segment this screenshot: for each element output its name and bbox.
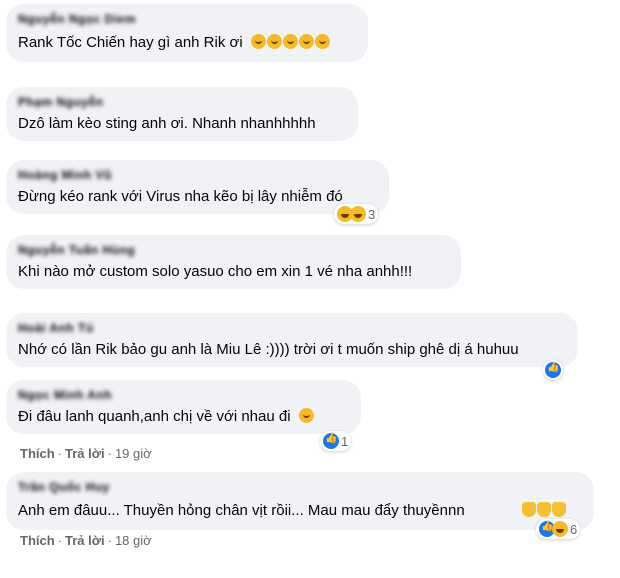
like-link[interactable]: Thích [20,446,55,461]
commenter-name[interactable]: Ngọc Minh Anh [18,388,112,402]
comment-text: Đi đâu lanh quanh,anh chị về với nhau đi [18,408,291,425]
comment-text: Rank Tốc Chiến hay gì anh Rik ơi [18,34,243,51]
comment-bubble: Nguyễn Tuấn Hùng Khi nào mở custom solo … [6,235,461,289]
commenter-name[interactable]: Nguyễn Ngọc Diem [18,12,136,26]
raised-hand-emoji-icon [522,502,536,517]
star-struck-emoji-icon [298,408,314,423]
comment-actions: Thích · Trả lời · 18 giờ [20,533,152,548]
reaction-summary[interactable]: 1 [320,431,352,451]
comment-text: Nhớ có lần Rik bảo gu anh là Miu Lê :)))… [18,341,519,358]
raised-hand-emoji-icon [552,502,566,517]
emoji-group [250,34,330,49]
thinking-emoji-icon [298,34,314,49]
comment-text: Khi nào mở custom solo yasuo cho em xin … [18,263,413,280]
comment-bubble: Trần Quốc Huy Anh em đâuu... Thuyền hỏng… [6,472,594,530]
like-link[interactable]: Thích [20,533,55,548]
rofl-emoji-icon [266,34,282,49]
reply-link[interactable]: Trả lời [65,446,105,461]
comment-bubble: Phạm Nguyễn Dzô làm kèo sting anh ơi. Nh… [6,87,358,141]
reaction-summary[interactable]: 3 [334,204,379,224]
comment-actions: Thích · Trả lời · 19 giờ [20,446,152,461]
like-reaction-icon [323,433,339,449]
commenter-name[interactable]: Trần Quốc Huy [18,480,110,494]
reply-link[interactable]: Trả lời [65,533,105,548]
reaction-count: 6 [570,521,578,537]
comment-bubble: Nguyễn Ngọc Diem Rank Tốc Chiến hay gì a… [6,4,368,62]
rofl-emoji-icon [250,34,266,49]
comment-timestamp[interactable]: 18 giờ [115,533,152,548]
like-reaction-icon [545,362,561,378]
commenter-name[interactable]: Hoài Anh Tú [18,321,94,335]
comment-bubble: Hoàng Minh Vũ Đừng kéo rank với Virus nh… [6,160,389,214]
rofl-emoji-icon [282,34,298,49]
haha-reaction-icon [552,521,568,537]
emoji-group [298,408,314,423]
reaction-summary[interactable] [543,360,563,380]
reaction-count: 3 [368,206,376,222]
comment-text: Dzô làm kèo sting anh ơi. Nhanh nhanhhhh… [18,115,316,132]
comment-text: Đừng kéo rank với Virus nha kẽo bị lây n… [18,188,343,205]
comment-bubble: Ngọc Minh Anh Đi đâu lanh quanh,anh chị … [6,380,361,434]
comment-bubble: Hoài Anh Tú Nhớ có lần Rik bảo gu anh là… [6,313,578,367]
reaction-count: 1 [341,433,349,449]
raised-hand-emoji-icon [537,502,551,517]
reaction-summary[interactable]: 6 [536,519,581,539]
comment-text: Anh em đâuu... Thuyền hỏng chân vịt rồii… [18,502,465,519]
commenter-name[interactable]: Nguyễn Tuấn Hùng [18,243,135,257]
emoji-group [522,502,566,517]
commenter-name[interactable]: Phạm Nguyễn [18,95,104,109]
commenter-name[interactable]: Hoàng Minh Vũ [18,168,112,182]
sad-reaction-icon [350,206,366,222]
thinking-emoji-icon [314,34,330,49]
comment-timestamp[interactable]: 19 giờ [115,446,152,461]
